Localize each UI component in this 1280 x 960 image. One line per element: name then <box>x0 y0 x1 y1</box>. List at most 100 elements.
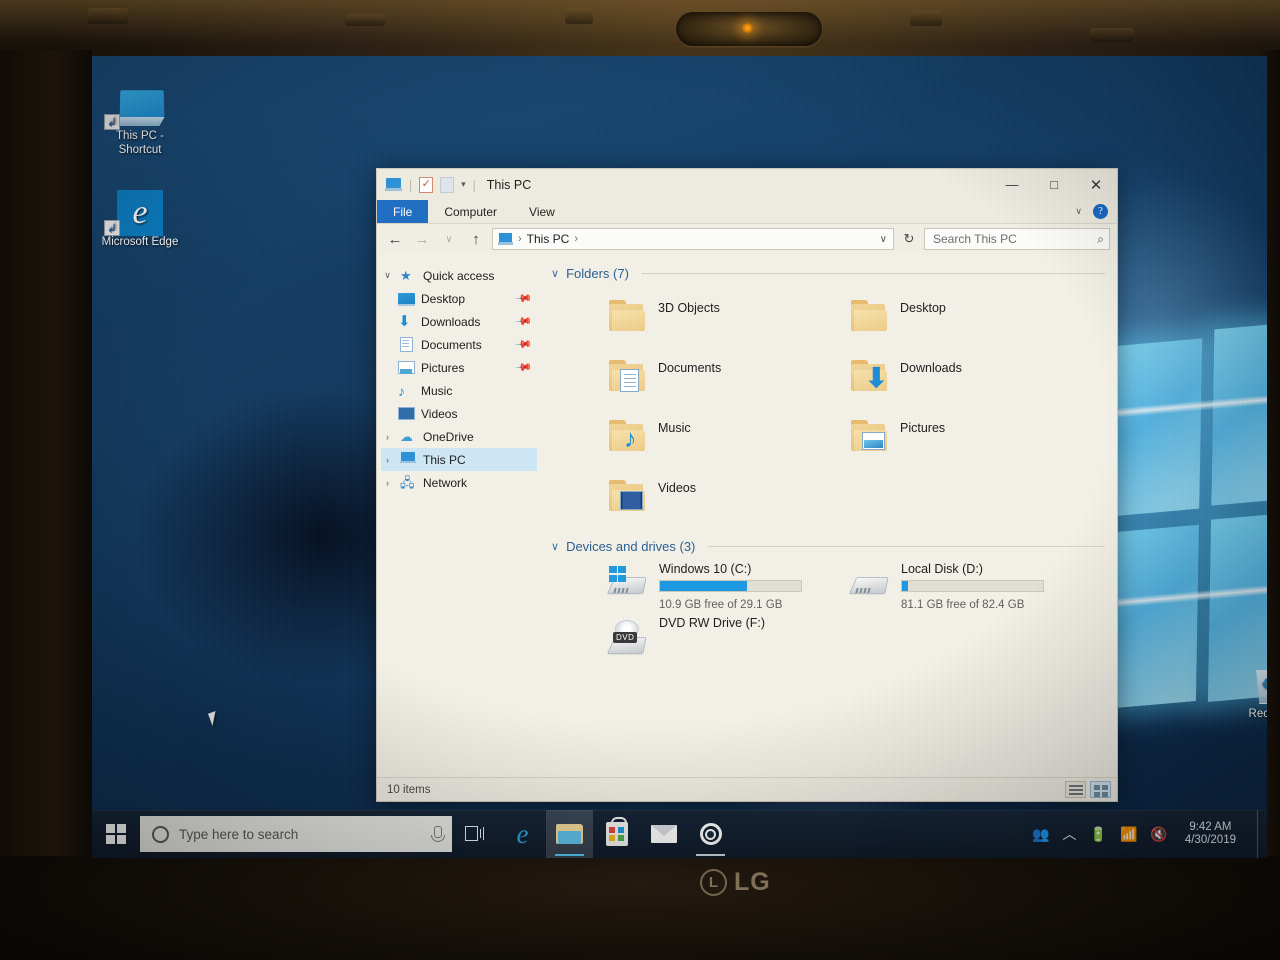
sidebar-item-downloads[interactable]: ⬇ Downloads 📌 <box>381 310 537 333</box>
chevron-right-icon[interactable]: › <box>381 432 394 442</box>
pictures-icon <box>398 360 415 376</box>
start-button[interactable] <box>92 810 140 858</box>
content-pane[interactable]: ∨ Folders (7) 3D Objects Desktop Documen… <box>537 254 1117 777</box>
folders-grid: 3D Objects Desktop Documents ⬇ Downloads… <box>609 287 1117 525</box>
sidebar-item-quick-access[interactable]: ∨ ★ Quick access <box>381 264 537 287</box>
chevron-right-icon[interactable]: › <box>381 478 394 488</box>
sidebar-item-onedrive[interactable]: › ☁ OneDrive <box>381 425 537 448</box>
sidebar-item-label: Videos <box>421 406 458 421</box>
pictures-folder-icon <box>851 419 889 453</box>
chevron-down-icon[interactable]: ∨ <box>381 270 394 281</box>
sidebar-item-music[interactable]: ♪ Music <box>381 379 537 402</box>
sidebar-item-desktop[interactable]: Desktop 📌 <box>381 287 537 310</box>
sidebar-item-label: Network <box>423 475 468 490</box>
lg-mark-icon: L <box>700 869 727 896</box>
item-pictures[interactable]: Pictures <box>851 407 1087 465</box>
sidebar-item-this-pc[interactable]: › This PC <box>381 448 537 471</box>
people-icon[interactable]: 👥 <box>1032 826 1049 843</box>
drive-dvd-rw-f[interactable]: DVD DVD RW Drive (F:) <box>606 614 845 664</box>
drive-free-space: 10.9 GB free of 29.1 GB <box>659 599 783 611</box>
large-icons-view-button[interactable] <box>1090 781 1111 798</box>
videos-folder-icon <box>609 479 647 513</box>
details-view-button[interactable] <box>1065 781 1086 798</box>
search-icon[interactable]: ⌕ <box>1097 232 1104 247</box>
item-label: Videos <box>658 481 696 495</box>
tab-file[interactable]: File <box>377 200 429 223</box>
navigation-pane: ∨ ★ Quick access Desktop 📌 ⬇ Downloads 📌 <box>377 254 537 777</box>
help-icon[interactable]: ? <box>1093 204 1108 219</box>
window-titlebar[interactable]: | ▾ | This PC — □ ✕ <box>377 169 1117 200</box>
taskbar[interactable]: Type here to search e 👥 ︿ 🔋 📶 🔇 9:42 AM … <box>92 810 1267 858</box>
file-explorer-window[interactable]: | ▾ | This PC — □ ✕ File Computer View ∨ <box>376 168 1118 802</box>
search-box[interactable]: Search This PC ⌕ <box>924 228 1110 250</box>
wifi-icon[interactable]: 📶 <box>1120 826 1137 843</box>
pin-icon[interactable]: 📌 <box>515 289 534 308</box>
item-documents[interactable]: Documents <box>609 347 845 405</box>
chevron-down-icon[interactable]: ∨ <box>551 267 559 280</box>
collapse-ribbon-icon[interactable]: ∨ <box>1075 206 1082 217</box>
taskbar-settings-button[interactable] <box>687 810 734 858</box>
show-desktop-button[interactable] <box>1257 810 1263 858</box>
clock[interactable]: 9:42 AM 4/30/2019 <box>1181 821 1240 848</box>
taskbar-task-view-button[interactable] <box>452 810 499 858</box>
microphone-icon[interactable] <box>430 825 445 843</box>
pin-icon[interactable]: 📌 <box>515 358 534 377</box>
forward-button[interactable]: → <box>411 231 433 248</box>
properties-icon[interactable] <box>419 176 434 193</box>
bezel-notch-right2 <box>1090 28 1134 42</box>
item-videos[interactable]: Videos <box>609 467 845 525</box>
close-button[interactable]: ✕ <box>1075 169 1117 200</box>
sidebar-item-pictures[interactable]: Pictures 📌 <box>381 356 537 379</box>
minimize-button[interactable]: — <box>991 169 1033 200</box>
address-bar[interactable]: › This PC › ∨ <box>492 228 894 250</box>
sidebar-item-documents[interactable]: Documents 📌 <box>381 333 537 356</box>
item-label: 3D Objects <box>658 301 720 315</box>
tab-computer[interactable]: Computer <box>428 200 513 223</box>
windows-drive-icon <box>606 566 649 600</box>
group-header-devices[interactable]: ∨ Devices and drives (3) <box>551 539 1117 554</box>
taskbar-edge-button[interactable]: e <box>499 810 546 858</box>
chevron-down-icon[interactable]: ∨ <box>551 540 559 553</box>
chevron-right-icon[interactable]: › <box>381 455 394 465</box>
bezel-notch-left <box>88 8 128 24</box>
item-label: Downloads <box>900 361 962 375</box>
new-folder-icon[interactable] <box>440 176 455 193</box>
taskbar-mail-button[interactable] <box>640 810 687 858</box>
item-music[interactable]: ♪ Music <box>609 407 845 465</box>
address-dropdown-icon[interactable]: ∨ <box>880 234 889 245</box>
search-placeholder: Search This PC <box>933 232 1017 246</box>
breadcrumb-separator-2[interactable]: › <box>574 233 578 245</box>
pin-icon[interactable]: 📌 <box>515 335 534 354</box>
show-hidden-icons-icon[interactable]: ︿ <box>1063 824 1077 844</box>
sidebar-item-network[interactable]: › 🖧 Network <box>381 471 537 494</box>
breadcrumb-this-pc[interactable]: This PC <box>527 232 570 246</box>
desktop-icon-recycle-bin[interactable]: ♻ Recycle <box>1232 656 1267 722</box>
sidebar-item-label: OneDrive <box>423 429 474 444</box>
desktop-icon-this-pc-shortcut[interactable]: This PC - Shortcut <box>98 78 182 157</box>
pin-icon[interactable]: 📌 <box>515 312 534 331</box>
windows-logo-icon <box>106 824 126 844</box>
taskbar-store-button[interactable] <box>593 810 640 858</box>
ribbon-tabs: File Computer View ∨ ? <box>377 200 1117 224</box>
drive-windows-c[interactable]: Windows 10 (C:) 10.9 GB free of 29.1 GB <box>606 560 845 611</box>
volume-muted-icon[interactable]: 🔇 <box>1150 826 1167 843</box>
battery-icon[interactable]: 🔋 <box>1090 826 1107 843</box>
chevron-down-icon[interactable]: ▾ <box>461 179 466 190</box>
taskbar-file-explorer-button[interactable] <box>546 810 593 858</box>
up-button[interactable]: ↑ <box>465 231 487 248</box>
drive-local-disk-d[interactable]: Local Disk (D:) 81.1 GB free of 82.4 GB <box>848 560 1087 611</box>
tab-view[interactable]: View <box>513 200 571 223</box>
refresh-button[interactable]: ↻ <box>899 231 919 247</box>
group-header-folders[interactable]: ∨ Folders (7) <box>551 266 1117 281</box>
back-button[interactable]: ← <box>384 231 406 248</box>
sidebar-item-label: Downloads <box>421 314 481 329</box>
item-3d-objects[interactable]: 3D Objects <box>609 287 845 345</box>
item-downloads[interactable]: ⬇ Downloads <box>851 347 1087 405</box>
sidebar-item-videos[interactable]: Videos <box>381 402 537 425</box>
item-desktop[interactable]: Desktop <box>851 287 1087 345</box>
drive-usage-bar <box>901 580 1044 592</box>
taskbar-search-input[interactable]: Type here to search <box>140 816 452 852</box>
maximize-button[interactable]: □ <box>1033 169 1075 200</box>
recent-locations-button[interactable]: ∨ <box>438 234 460 245</box>
desktop-icon-microsoft-edge[interactable]: e Microsoft Edge <box>98 184 182 250</box>
